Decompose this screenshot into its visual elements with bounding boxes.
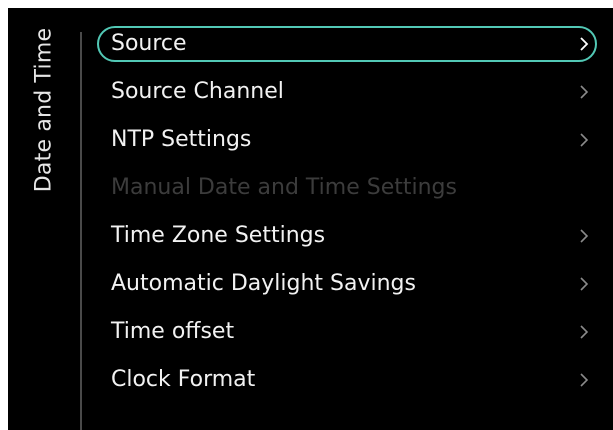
menu-item-label: Time offset	[111, 319, 235, 344]
tv-settings-screen: Date and Time Source Source Channel NTP …	[8, 8, 613, 430]
menu-item-label: NTP Settings	[111, 127, 252, 152]
menu-item-label: Automatic Daylight Savings	[111, 271, 416, 296]
menu-item-ntp-settings[interactable]: NTP Settings	[97, 122, 597, 158]
chevron-right-icon	[580, 373, 589, 387]
menu-item-automatic-daylight-savings[interactable]: Automatic Daylight Savings	[97, 266, 597, 302]
chevron-right-icon	[580, 229, 589, 243]
panel-title: Date and Time	[31, 27, 57, 193]
panel-divider	[80, 32, 82, 430]
menu-item-clock-format[interactable]: Clock Format	[97, 362, 597, 398]
chevron-right-icon	[580, 85, 589, 99]
menu-item-label: Source Channel	[111, 79, 284, 104]
chevron-right-icon	[580, 325, 589, 339]
menu-item-label: Manual Date and Time Settings	[111, 175, 457, 200]
menu-item-source[interactable]: Source	[97, 26, 597, 62]
menu-item-time-offset[interactable]: Time offset	[97, 314, 597, 350]
menu-item-label: Time Zone Settings	[111, 223, 326, 248]
chevron-right-icon	[580, 277, 589, 291]
menu-item-time-zone-settings[interactable]: Time Zone Settings	[97, 218, 597, 254]
menu-item-label: Clock Format	[111, 367, 256, 392]
chevron-right-icon	[580, 37, 589, 51]
menu-item-source-channel[interactable]: Source Channel	[97, 74, 597, 110]
menu-item-label: Source	[111, 31, 187, 56]
settings-menu: Source Source Channel NTP Settings Manua…	[97, 26, 597, 410]
chevron-right-icon	[580, 133, 589, 147]
side-panel: Date and Time	[8, 8, 80, 430]
menu-item-manual-date-time: Manual Date and Time Settings	[97, 170, 597, 206]
